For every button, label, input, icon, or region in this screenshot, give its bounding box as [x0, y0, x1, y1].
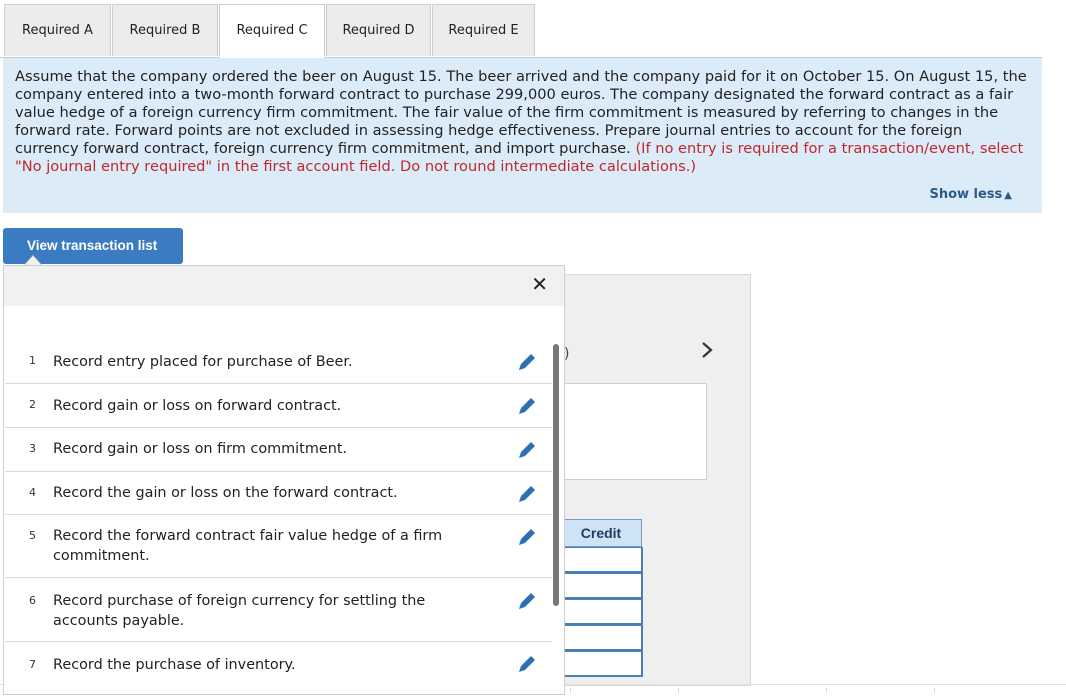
pencil-icon[interactable]: [515, 652, 539, 676]
transaction-row: 1 Record entry placed for purchase of Be…: [5, 340, 552, 384]
worksheet-entry-box: [560, 383, 707, 480]
transaction-number: 7: [29, 658, 36, 671]
tab-required-e[interactable]: Required E: [432, 4, 535, 56]
transaction-row: 5 Record the forward contract fair value…: [5, 515, 552, 578]
transaction-list-popup: ✕ 1 Record entry placed for purchase of …: [3, 265, 565, 695]
transaction-text: Record the gain or loss on the forward c…: [53, 485, 398, 501]
divider: [570, 688, 571, 693]
credit-input[interactable]: [560, 547, 643, 573]
transaction-row: 2 Record gain or loss on forward contrac…: [5, 384, 552, 428]
credit-input[interactable]: [560, 573, 643, 599]
tab-required-d[interactable]: Required D: [326, 4, 431, 56]
credit-column-header: Credit: [560, 519, 642, 547]
divider: [826, 688, 827, 693]
transaction-text: Record gain or loss on forward contract.: [53, 398, 342, 414]
pencil-icon[interactable]: [515, 589, 539, 613]
instruction-text: Assume that the company ordered the beer…: [15, 68, 1030, 176]
close-icon[interactable]: ✕: [531, 272, 548, 296]
instruction-panel: Assume that the company ordered the beer…: [3, 58, 1042, 213]
credit-input[interactable]: [560, 625, 643, 651]
pencil-icon[interactable]: [515, 438, 539, 462]
scrollbar[interactable]: [553, 344, 559, 606]
credit-input[interactable]: [560, 599, 643, 625]
transaction-text: Record the forward contract fair value h…: [53, 528, 443, 564]
pencil-icon[interactable]: [515, 350, 539, 374]
transaction-text: Record purchase of foreign currency for …: [53, 593, 426, 629]
transaction-number: 1: [29, 354, 36, 367]
transaction-row: 4 Record the gain or loss on the forward…: [5, 472, 552, 515]
transaction-row: 6 Record purchase of foreign currency fo…: [5, 578, 552, 642]
tab-required-c[interactable]: Required C: [219, 4, 325, 58]
transaction-number: 2: [29, 398, 36, 411]
popup-header: [4, 266, 564, 306]
tab-bar: Required A Required B Required C Require…: [0, 0, 1042, 58]
transaction-number: 5: [29, 529, 36, 542]
triangle-up-icon: ▲: [1004, 190, 1012, 201]
pencil-icon[interactable]: [515, 525, 539, 549]
chevron-right-icon[interactable]: [700, 340, 714, 365]
tab-required-a[interactable]: Required A: [4, 4, 111, 56]
transaction-text: Record the purchase of inventory.: [53, 657, 296, 673]
transaction-number: 6: [29, 594, 36, 607]
pencil-icon[interactable]: [515, 394, 539, 418]
transaction-text: Record entry placed for purchase of Beer…: [53, 354, 353, 370]
transaction-text: Record gain or loss on firm commitment.: [53, 441, 348, 457]
show-less-link[interactable]: Show less ▲: [929, 187, 1012, 202]
tab-required-b[interactable]: Required B: [112, 4, 218, 56]
show-less-label: Show less: [929, 187, 1003, 202]
divider: [934, 688, 935, 693]
credit-input[interactable]: [560, 651, 643, 677]
transaction-number: 3: [29, 442, 36, 455]
transaction-row: 3 Record gain or loss on firm commitment…: [5, 428, 552, 472]
popup-caret: [24, 255, 42, 265]
transaction-row: 7 Record the purchase of inventory.: [5, 642, 552, 696]
divider: [678, 688, 679, 693]
pencil-icon[interactable]: [515, 482, 539, 506]
transaction-number: 4: [29, 486, 36, 499]
